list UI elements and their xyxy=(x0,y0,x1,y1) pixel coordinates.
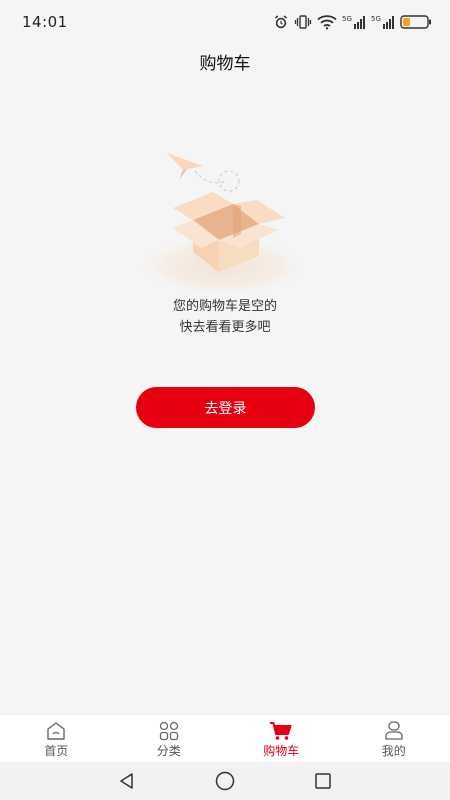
empty-message-line1: 您的购物车是空的 xyxy=(172,299,277,314)
vibrate-icon xyxy=(294,14,312,30)
tab-home-label: 首页 xyxy=(44,744,69,758)
tab-profile-label: 我的 xyxy=(381,744,406,758)
status-time: 14:01 xyxy=(22,13,68,31)
status-icons: 5G 5G xyxy=(273,14,432,30)
status-bar: 14:01 5G 5G xyxy=(0,0,450,44)
page-title: 购物车 xyxy=(199,53,251,74)
signal-5g-icon: 5G xyxy=(342,14,366,30)
tab-cart-label: 购物车 xyxy=(263,744,300,758)
empty-message: 您的购物车是空的 快去看看更多吧 xyxy=(0,296,450,338)
profile-icon xyxy=(382,721,406,741)
tab-category-label: 分类 xyxy=(156,744,181,758)
alarm-icon xyxy=(273,14,289,30)
category-icon xyxy=(157,721,181,741)
tab-profile[interactable]: 我的 xyxy=(338,715,450,762)
back-icon[interactable] xyxy=(116,770,138,792)
tab-category[interactable]: 分类 xyxy=(113,715,226,762)
battery-icon xyxy=(400,14,432,30)
home-circle-icon[interactable] xyxy=(214,770,236,792)
empty-message-line2: 快去看看更多吧 xyxy=(179,320,271,335)
bottom-tab-bar: 首页 分类 购物车 我的 xyxy=(0,714,450,762)
svg-text:5G: 5G xyxy=(371,15,381,23)
paper-plane-icon xyxy=(167,153,203,180)
empty-cart-illustration xyxy=(135,148,315,298)
tab-cart[interactable]: 购物车 xyxy=(225,715,338,762)
header: 购物车 xyxy=(0,44,450,78)
recents-icon[interactable] xyxy=(312,770,334,792)
system-nav-bar xyxy=(0,762,450,800)
login-button[interactable]: 去登录 xyxy=(136,387,315,428)
tab-home[interactable]: 首页 xyxy=(0,715,113,762)
home-icon xyxy=(44,721,68,741)
wifi-icon xyxy=(317,14,337,30)
cart-icon xyxy=(269,721,293,741)
signal-5g-icon: 5G xyxy=(371,14,395,30)
svg-text:5G: 5G xyxy=(342,15,352,23)
